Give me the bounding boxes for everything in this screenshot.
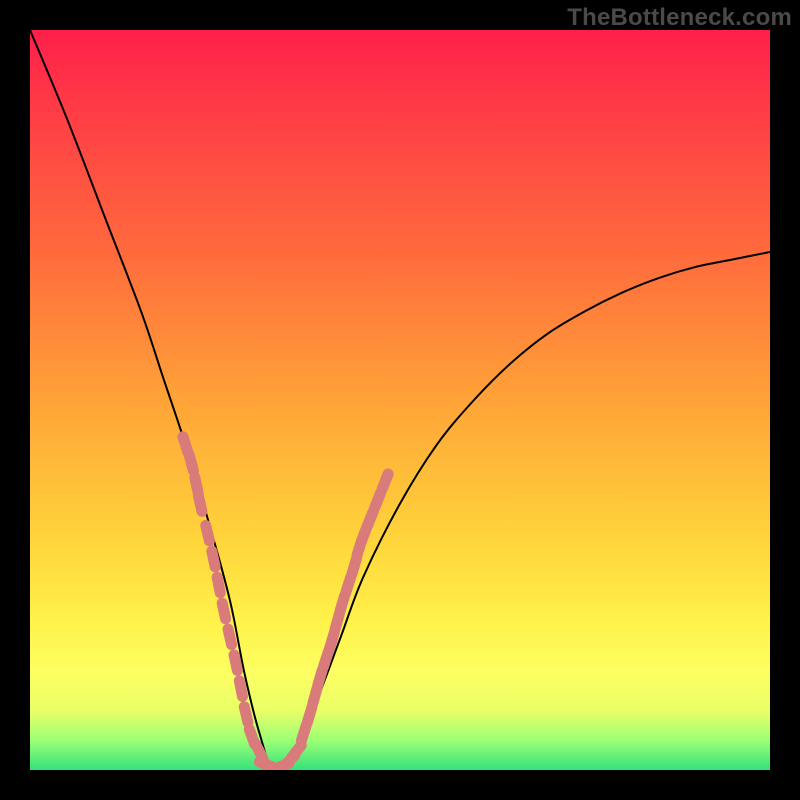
curve-marker (340, 596, 345, 611)
curve-marker (217, 577, 220, 593)
curve-marker (375, 492, 381, 507)
bottleneck-curve (30, 30, 770, 770)
curve-marker (330, 633, 335, 648)
curve-marker (301, 725, 306, 740)
chart-frame: TheBottleneck.com (0, 0, 800, 800)
curve-marker (318, 670, 323, 685)
plot-area (30, 30, 770, 770)
curve-marker (198, 496, 202, 512)
curve-marker (228, 629, 232, 645)
curve-marker (335, 614, 339, 629)
curve-marker (346, 577, 351, 592)
curve-marker (234, 655, 237, 671)
curve-marker (307, 707, 312, 722)
curve-marker (324, 651, 329, 666)
marker-layer (183, 437, 388, 770)
curve-marker (189, 455, 193, 470)
curve-marker (222, 603, 225, 619)
curve-marker (244, 707, 248, 723)
curve-marker (206, 525, 210, 541)
curve-marker (183, 437, 188, 452)
curve-marker (352, 559, 357, 574)
watermark-text: TheBottleneck.com (567, 4, 792, 32)
curve-marker (239, 681, 242, 697)
curve-marker (212, 551, 215, 567)
curve-marker (367, 511, 373, 526)
curve-marker (382, 474, 388, 489)
curve-svg (30, 30, 770, 770)
curve-marker (292, 745, 302, 758)
curve-layer (30, 30, 770, 770)
curve-marker (313, 688, 317, 703)
